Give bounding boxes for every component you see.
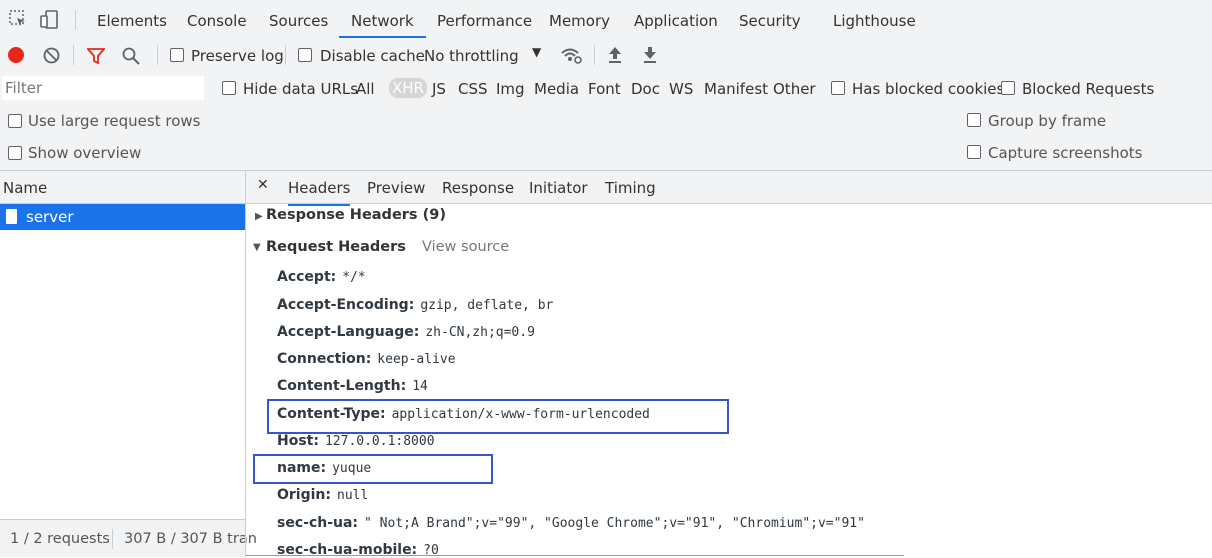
inspect-element-icon[interactable] [9,10,27,28]
throttling-select[interactable]: No throttling [424,47,519,65]
tab-response[interactable]: Response [442,179,514,197]
divider [594,45,595,65]
content-type-highlight-box [267,399,729,434]
blocked-requests-label: Blocked Requests [1022,80,1155,98]
search-icon[interactable] [122,47,140,65]
close-icon[interactable]: ✕ [257,177,269,193]
blocked-requests-checkbox[interactable] [1001,81,1015,95]
type-filter-all[interactable]: All [356,80,375,98]
header-row: Accept: */* [277,269,366,285]
filter-input[interactable]: Filter [2,76,204,100]
request-name: server [26,208,74,226]
tab-sources[interactable]: Sources [269,0,328,38]
document-icon [6,209,17,224]
collapse-triangle-icon[interactable]: ▼ [253,242,261,253]
capture-screenshots-checkbox[interactable] [967,145,981,159]
detail-tab-bar: ✕ Headers Preview Response Initiator Tim… [246,171,1212,206]
type-filter-manifest[interactable]: Manifest [704,80,768,98]
disable-cache-checkbox[interactable] [298,48,312,62]
type-filter-js[interactable]: JS [432,80,446,98]
has-blocked-cookies-label: Has blocked cookies [852,80,1005,98]
chevron-down-icon: ▼ [532,45,542,59]
request-row[interactable]: server [0,204,245,230]
tab-network[interactable]: Network [339,0,426,38]
show-overview-checkbox[interactable] [8,146,22,160]
type-filter-doc[interactable]: Doc [631,80,660,98]
status-bar: 1 / 2 requests 307 B / 307 B tran [0,519,257,557]
show-overview-label: Show overview [28,144,142,162]
has-blocked-cookies-checkbox[interactable] [831,81,845,95]
type-filter-media[interactable]: Media [534,80,579,98]
type-filter-xhr[interactable]: XHR [389,78,427,98]
disable-cache-label: Disable cache [320,47,425,65]
tab-initiator[interactable]: Initiator [529,179,588,197]
header-row: Origin: null [277,487,369,503]
hide-data-urls-checkbox[interactable] [222,81,236,95]
network-toolbar: Preserve log Disable cache No throttling… [0,38,1212,72]
tab-lighthouse[interactable]: Lighthouse [833,0,916,38]
request-headers-section[interactable]: Request Headers [266,239,406,255]
request-list: Name server 1 / 2 requests 307 B / 307 B… [0,171,257,557]
divider [0,519,245,520]
tab-memory[interactable]: Memory [549,0,610,38]
capture-screenshots-label: Capture screenshots [988,144,1143,162]
preserve-log-label: Preserve log [191,47,284,65]
large-rows-checkbox[interactable] [8,114,22,128]
name-header-highlight-box [253,454,493,484]
network-settings: Use large request rows Show overview Gro… [0,104,1212,170]
type-filter-img[interactable]: Img [496,80,525,98]
expand-triangle-icon[interactable]: ▶ [255,211,263,222]
device-toolbar-icon[interactable] [40,10,60,30]
tab-security[interactable]: Security [739,0,801,38]
type-filter-ws[interactable]: WS [669,80,693,98]
type-filter-other[interactable]: Other [773,80,816,98]
panel-splitter[interactable] [245,171,246,557]
divider [75,10,76,30]
tab-elements[interactable]: Elements [97,0,167,38]
import-har-icon[interactable] [607,46,623,64]
divider [246,203,1212,204]
type-filter-font[interactable]: Font [588,80,621,98]
tab-preview[interactable]: Preview [367,179,425,197]
preserve-log-checkbox[interactable] [170,48,184,62]
record-icon[interactable] [8,47,24,63]
transfer-size: 307 B / 307 B tran [124,531,257,547]
clear-icon[interactable] [43,47,60,64]
group-by-frame-checkbox[interactable] [967,113,981,127]
filter-bar: Filter Hide data URLs All XHR JS CSS Img… [0,72,1212,104]
large-rows-label: Use large request rows [28,112,201,130]
header-row: Host: 127.0.0.1:8000 [277,433,435,449]
header-row: Content-Length: 14 [277,378,428,394]
tab-timing[interactable]: Timing [605,179,656,197]
name-header-label: Name [3,179,48,197]
view-source-link[interactable]: View source [422,239,509,255]
tab-performance[interactable]: Performance [437,0,532,38]
header-row: sec-ch-ua: " Not;A Brand";v="99", "Google… [277,515,865,531]
divider [246,555,904,556]
tab-application[interactable]: Application [634,0,718,38]
header-row: Connection: keep-alive [277,351,456,367]
divider [285,45,286,65]
response-headers-section[interactable]: Response Headers (9) [266,207,446,223]
type-filter-css[interactable]: CSS [458,80,488,98]
devtools-tab-bar: Elements Console Sources Network Perform… [0,0,1212,38]
tab-console[interactable]: Console [187,0,247,38]
header-row: Accept-Encoding: gzip, deflate, br [277,297,554,313]
divider [157,45,158,65]
divider [112,529,113,549]
name-column-header[interactable]: Name [0,171,245,203]
filter-icon[interactable] [86,47,106,65]
request-count: 1 / 2 requests [10,531,110,547]
divider [73,45,74,65]
hide-data-urls-label: Hide data URLs [243,80,359,98]
network-conditions-icon[interactable] [561,47,583,65]
header-row: Accept-Language: zh-CN,zh;q=0.9 [277,324,535,340]
tab-headers[interactable]: Headers [288,179,351,206]
group-by-frame-label: Group by frame [988,112,1107,130]
export-har-icon[interactable] [642,46,658,64]
